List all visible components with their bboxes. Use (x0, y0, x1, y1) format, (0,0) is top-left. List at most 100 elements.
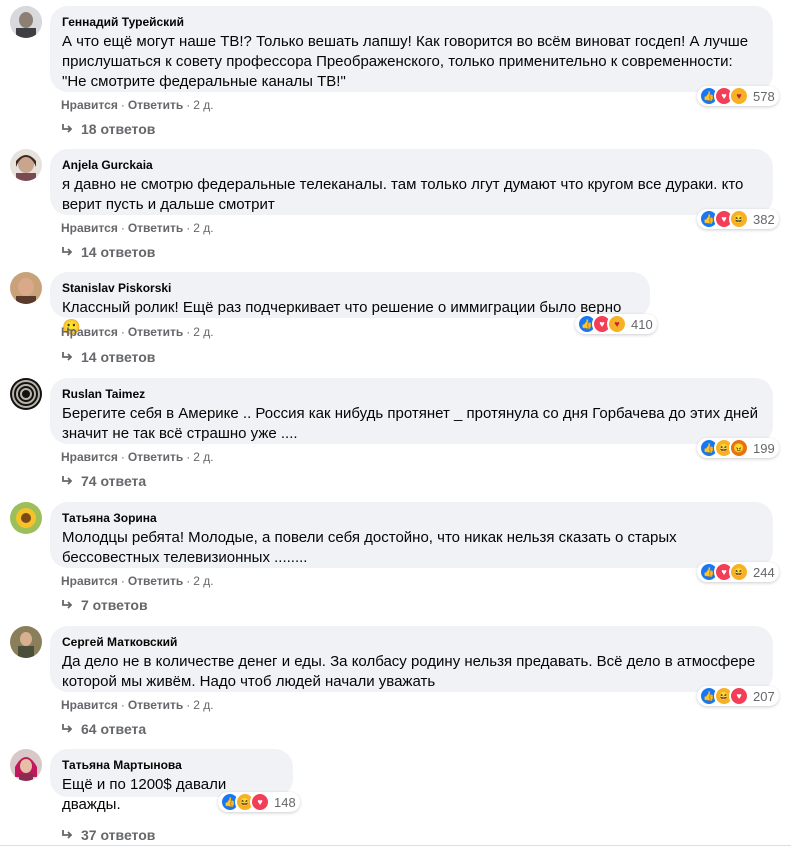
love-icon: ♥ (250, 792, 270, 812)
replies-count[interactable]: 14 ответов (81, 243, 155, 261)
reply-link[interactable]: Ответить (128, 325, 183, 339)
comment-bubble: Геннадий Турейский А что ещё могут наше … (50, 6, 773, 92)
comment-bubble: Ruslan Taimez Берегите себя в Америке ..… (50, 378, 773, 444)
comment-time[interactable]: 2 д. (193, 98, 213, 112)
like-link[interactable]: Нравится (61, 98, 118, 112)
comment-time[interactable]: 2 д. (193, 574, 213, 588)
reactions-summary[interactable]: 👍 😆 😠 199 (697, 438, 779, 458)
comment-actions: Нравится · Ответить · 2 д. (61, 449, 214, 465)
reaction-count: 410 (631, 316, 653, 332)
separator: · (120, 325, 125, 339)
avatar[interactable] (10, 378, 42, 410)
comment-author[interactable]: Татьяна Мартынова (62, 757, 281, 773)
comment-author[interactable]: Татьяна Зорина (62, 510, 761, 526)
view-replies-button[interactable]: 64 ответа (61, 720, 146, 738)
comment-bubble: Татьяна Мартынова Ещё и по 1200$ давали … (50, 749, 293, 813)
care-icon: ♥ (607, 314, 627, 334)
view-replies-button[interactable]: 37 ответов (61, 826, 155, 844)
comment-time[interactable]: 2 д. (193, 221, 213, 235)
reactions-summary[interactable]: 👍 ♥ ♥ 410 (575, 314, 657, 334)
separator: · (120, 450, 125, 464)
haha-icon: 😆 (729, 562, 749, 582)
reactions-summary[interactable]: 👍 ♥ ♥ 578 (697, 86, 779, 106)
comment-actions: Нравится · Ответить · 2 д. (61, 97, 214, 113)
avatar[interactable] (10, 749, 42, 781)
replies-count[interactable]: 14 ответов (81, 348, 155, 366)
reaction-count: 148 (274, 794, 296, 810)
view-replies-button[interactable]: 14 ответов (61, 348, 155, 366)
comment-author[interactable]: Anjela Gurckaia (62, 157, 761, 173)
view-replies-button[interactable]: 18 ответов (61, 120, 155, 138)
comment-bubble: Anjela Gurckaia я давно не смотрю федера… (50, 149, 773, 215)
reaction-count: 382 (753, 211, 775, 227)
reaction-count: 578 (753, 88, 775, 104)
separator: · (186, 698, 191, 712)
separator: · (120, 98, 125, 112)
like-link[interactable]: Нравится (61, 325, 118, 339)
reactions-summary[interactable]: 👍 😆 ♥ 148 (218, 792, 300, 812)
comment-time[interactable]: 2 д. (193, 698, 213, 712)
avatar[interactable] (10, 6, 42, 38)
like-link[interactable]: Нравится (61, 698, 118, 712)
comment-author[interactable]: Сергей Матковский (62, 634, 761, 650)
love-icon: ♥ (729, 686, 749, 706)
reply-arrow-icon (62, 352, 73, 361)
separator: · (186, 574, 191, 588)
comment-text: Молодцы ребята! Молодые, а повели себя д… (62, 529, 681, 566)
reactions-summary[interactable]: 👍 ♥ 😆 382 (697, 209, 779, 229)
comment-author[interactable]: Геннадий Турейский (62, 14, 761, 30)
care-icon: ♥ (729, 86, 749, 106)
reply-link[interactable]: Ответить (128, 574, 183, 588)
reply-link[interactable]: Ответить (128, 698, 183, 712)
reply-arrow-icon (62, 124, 73, 133)
reply-link[interactable]: Ответить (128, 98, 183, 112)
comment-author[interactable]: Ruslan Taimez (62, 386, 761, 402)
avatar[interactable] (10, 502, 42, 534)
replies-count[interactable]: 74 ответа (81, 472, 146, 490)
reaction-count: 207 (753, 688, 775, 704)
avatar[interactable] (10, 149, 42, 181)
comment-time[interactable]: 2 д. (193, 450, 213, 464)
comment-actions: Нравится · Ответить · 2 д. (61, 573, 214, 589)
reaction-count: 199 (753, 440, 775, 456)
separator: · (186, 98, 191, 112)
comment-author[interactable]: Stanislav Piskorski (62, 280, 638, 296)
replies-count[interactable]: 7 ответов (81, 596, 148, 614)
reply-link[interactable]: Ответить (128, 450, 183, 464)
like-link[interactable]: Нравится (61, 221, 118, 235)
comment-text: Берегите себя в Америке .. Россия как ни… (62, 405, 763, 442)
avatar[interactable] (10, 272, 42, 304)
avatar[interactable] (10, 626, 42, 658)
reactions-summary[interactable]: 👍 ♥ 😆 244 (697, 562, 779, 582)
like-link[interactable]: Нравится (61, 450, 118, 464)
reactions-summary[interactable]: 👍 😆 ♥ 207 (697, 686, 779, 706)
comment-time[interactable]: 2 д. (193, 325, 213, 339)
reply-arrow-icon (62, 476, 73, 485)
replies-count[interactable]: 37 ответов (81, 826, 155, 844)
reply-arrow-icon (62, 247, 73, 256)
comment-actions: Нравится · Ответить · 2 д. (61, 220, 214, 236)
replies-count[interactable]: 18 ответов (81, 120, 155, 138)
reply-arrow-icon (62, 830, 73, 839)
separator: · (186, 325, 191, 339)
separator: · (120, 221, 125, 235)
separator: · (186, 221, 191, 235)
view-replies-button[interactable]: 74 ответа (61, 472, 146, 490)
comment-text: Да дело не в количестве денег и еды. За … (62, 653, 760, 690)
comment-bubble: Сергей Матковский Да дело не в количеств… (50, 626, 773, 692)
separator: · (120, 574, 125, 588)
comment-bubble: Татьяна Зорина Молодцы ребята! Молодые, … (50, 502, 773, 568)
like-link[interactable]: Нравится (61, 574, 118, 588)
comment-text: я давно не смотрю федеральные телеканалы… (62, 176, 748, 213)
comment-actions: Нравится · Ответить · 2 д. (61, 324, 214, 340)
view-replies-button[interactable]: 7 ответов (61, 596, 148, 614)
reply-arrow-icon (62, 600, 73, 609)
reply-arrow-icon (62, 724, 73, 733)
divider (0, 845, 791, 846)
replies-count[interactable]: 64 ответа (81, 720, 146, 738)
reply-link[interactable]: Ответить (128, 221, 183, 235)
separator: · (120, 698, 125, 712)
view-replies-button[interactable]: 14 ответов (61, 243, 155, 261)
haha-icon: 😆 (729, 209, 749, 229)
comment-actions: Нравится · Ответить · 2 д. (61, 697, 214, 713)
